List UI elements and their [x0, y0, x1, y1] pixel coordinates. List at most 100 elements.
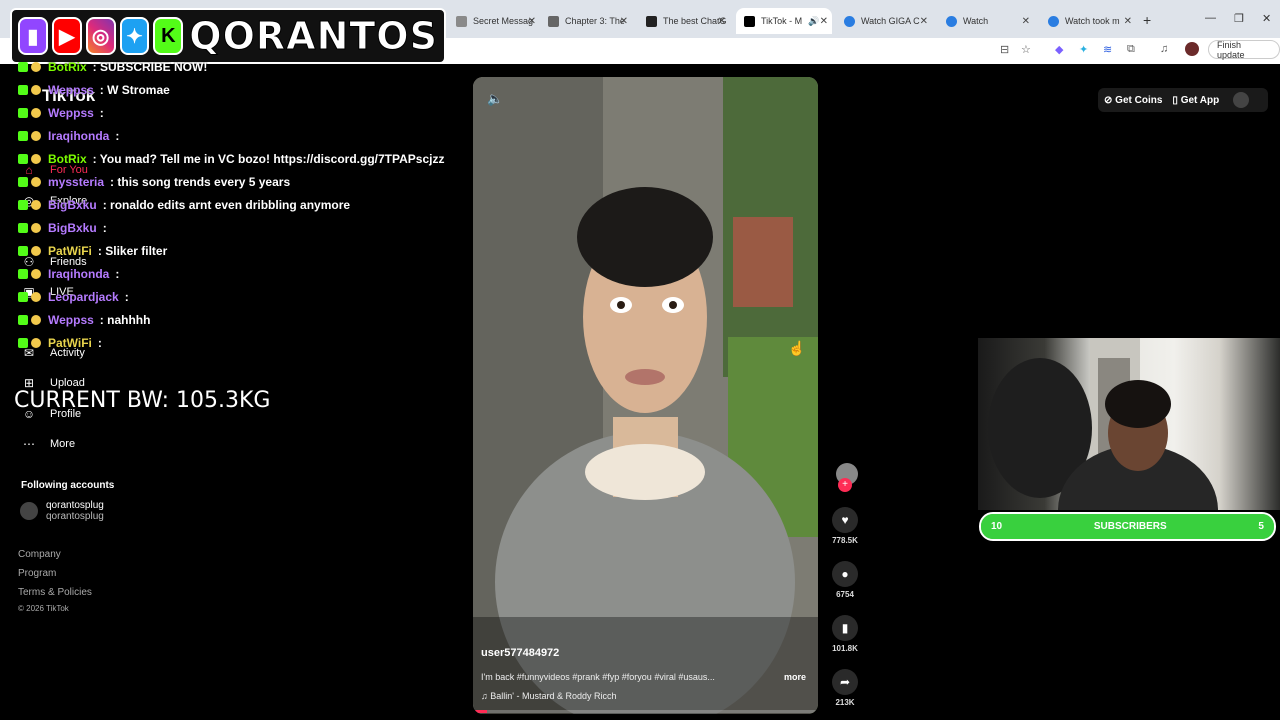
install-icon[interactable]: ⊟ [1000, 43, 1009, 56]
footer-link-program[interactable]: Program [18, 568, 56, 579]
tiktok-favicon [744, 15, 755, 27]
video-song[interactable]: ♫ Ballin' - Mustard & Roddy Ricch [481, 691, 617, 701]
like-count: 778.5K [832, 536, 858, 545]
coin-icon: ⊘ [1104, 94, 1116, 106]
kick-badge-icon [18, 246, 28, 256]
get-app-button[interactable]: ▯ Get App [1172, 95, 1219, 106]
chat-username: Weppss [48, 106, 94, 120]
user-badge-icon [31, 200, 41, 210]
footer-link-company[interactable]: Company [18, 549, 61, 560]
tab-favicon [946, 15, 957, 27]
tiktok-top-right: ⊘ Get Coins ▯ Get App [1098, 88, 1268, 112]
chat-text: : this song trends every 5 years [110, 175, 291, 189]
user-badge-icon [31, 223, 41, 233]
chat-message: Weppss: nahhhh [18, 313, 150, 327]
footer-copyright: © 2026 TikTok [18, 604, 69, 613]
mouse-cursor: ☝ [788, 340, 806, 356]
browser-tab[interactable]: Secret Messag ✕ [448, 8, 540, 34]
sidebar-item-more[interactable]: ⋯ More [22, 437, 75, 451]
save-button[interactable]: ▮ 101.8K [830, 615, 860, 653]
browser-tab[interactable]: The best ChatG ✕ [638, 8, 730, 34]
kick-badge-icon [18, 62, 28, 72]
chat-username: BigBxku [48, 221, 97, 235]
user-badge-icon [31, 85, 41, 95]
comment-count: 6754 [836, 590, 854, 599]
close-icon[interactable]: ✕ [620, 16, 628, 27]
chat-username: Iraqihonda [48, 267, 110, 281]
phone-icon: ▯ [1172, 94, 1181, 106]
comment-icon: ● [832, 561, 858, 587]
caption-more-button[interactable]: more [784, 672, 806, 682]
user-badge-icon [31, 269, 41, 279]
minimize-button[interactable]: — [1205, 12, 1216, 24]
music-note-icon: ♫ [481, 691, 491, 701]
video-progress-bar[interactable] [473, 710, 818, 713]
puzzle-icon[interactable]: ⧉ [1127, 43, 1135, 56]
user-badge-icon [31, 292, 41, 302]
close-window-button[interactable]: ✕ [1262, 12, 1271, 25]
chat-text: : Sliker filter [97, 244, 168, 258]
chat-username: BotRix [48, 152, 87, 166]
browser-tab-active[interactable]: TikTok - M 🔊 ✕ [736, 8, 832, 34]
browser-tab[interactable]: Chapter 3: The ✕ [540, 8, 632, 34]
media-control-icon[interactable]: ♫ [1160, 43, 1168, 55]
kick-badge-icon [18, 177, 28, 187]
kick-badge-icon [18, 108, 28, 118]
video-username[interactable]: user577484972 [481, 647, 559, 659]
finish-update-button[interactable]: Finish update [1208, 40, 1280, 60]
youtube-icon: ▶ [51, 17, 82, 55]
tab-favicon [844, 15, 855, 27]
following-account[interactable]: qorantosplug qorantosplug [20, 500, 104, 522]
bookmark-star-icon[interactable]: ☆ [1021, 43, 1031, 56]
close-icon[interactable]: ✕ [1124, 16, 1132, 27]
chat-text: : [124, 290, 129, 304]
body-weight-label: CURRENT BW: 105.3KG [14, 388, 271, 413]
restore-button[interactable]: ❐ [1234, 12, 1244, 25]
like-button[interactable]: ♥ 778.5K [830, 507, 860, 545]
share-button[interactable]: ➦ 213K [830, 669, 860, 707]
extension-icon[interactable]: ≋ [1103, 43, 1112, 56]
chat-text: : [97, 336, 102, 350]
profile-avatar[interactable] [1185, 42, 1199, 56]
user-badge-icon [31, 338, 41, 348]
stream-logo: ▮ ▶ ◎ ✦ K QORANTOS [10, 8, 446, 64]
user-badge-icon [31, 315, 41, 325]
chat-message: BotRix: You mad? Tell me in VC bozo! htt… [18, 152, 444, 166]
browser-tab[interactable]: Watch GIGA C ✕ [836, 8, 932, 34]
extension-icon[interactable]: ◆ [1055, 43, 1063, 56]
chat-message: Iraqihonda: [18, 129, 119, 143]
new-tab-button[interactable]: + [1143, 12, 1151, 28]
chat-message: PatWiFi: Sliker filter [18, 244, 167, 258]
get-coins-button[interactable]: ⊘ Get Coins [1104, 95, 1162, 106]
user-badge-icon [31, 131, 41, 141]
browser-tab[interactable]: Watch ✕ [938, 8, 1034, 34]
footer-link-terms[interactable]: Terms & Policies [18, 587, 92, 598]
follow-plus-button[interactable]: + [838, 478, 852, 492]
chat-text: : [115, 267, 120, 281]
tab-favicon [456, 15, 467, 27]
kick-badge-icon [18, 200, 28, 210]
chat-username: BigBxku [48, 198, 97, 212]
tab-favicon [1048, 15, 1059, 27]
subscriber-goal-right: 5 [1258, 521, 1264, 532]
extension-icon[interactable]: ✦ [1079, 43, 1088, 56]
comment-button[interactable]: ● 6754 [830, 561, 860, 599]
kick-badge-icon [18, 223, 28, 233]
chat-message: Weppss: [18, 106, 104, 120]
close-icon[interactable]: ✕ [920, 16, 928, 27]
user-badge-icon [31, 246, 41, 256]
logo-text: QORANTOS [189, 14, 438, 59]
speaker-icon[interactable]: 🔊 [808, 16, 819, 27]
close-icon[interactable]: ✕ [528, 16, 536, 27]
avatar[interactable] [1233, 92, 1250, 108]
video-player[interactable]: 🔈 user577484972 I'm back #funnyvideos #p… [473, 77, 818, 714]
browser-tab[interactable]: Watch took m ✕ [1040, 8, 1136, 34]
close-icon[interactable]: ✕ [718, 16, 726, 27]
chat-message: BotRix: SUBSCRIBE NOW! [18, 60, 207, 74]
kick-badge-icon [18, 315, 28, 325]
close-icon[interactable]: ✕ [1022, 16, 1030, 27]
tab-favicon [646, 15, 657, 27]
volume-icon[interactable]: 🔈 [487, 91, 503, 107]
close-icon[interactable]: ✕ [820, 16, 828, 27]
following-accounts-title: Following accounts [21, 480, 115, 491]
